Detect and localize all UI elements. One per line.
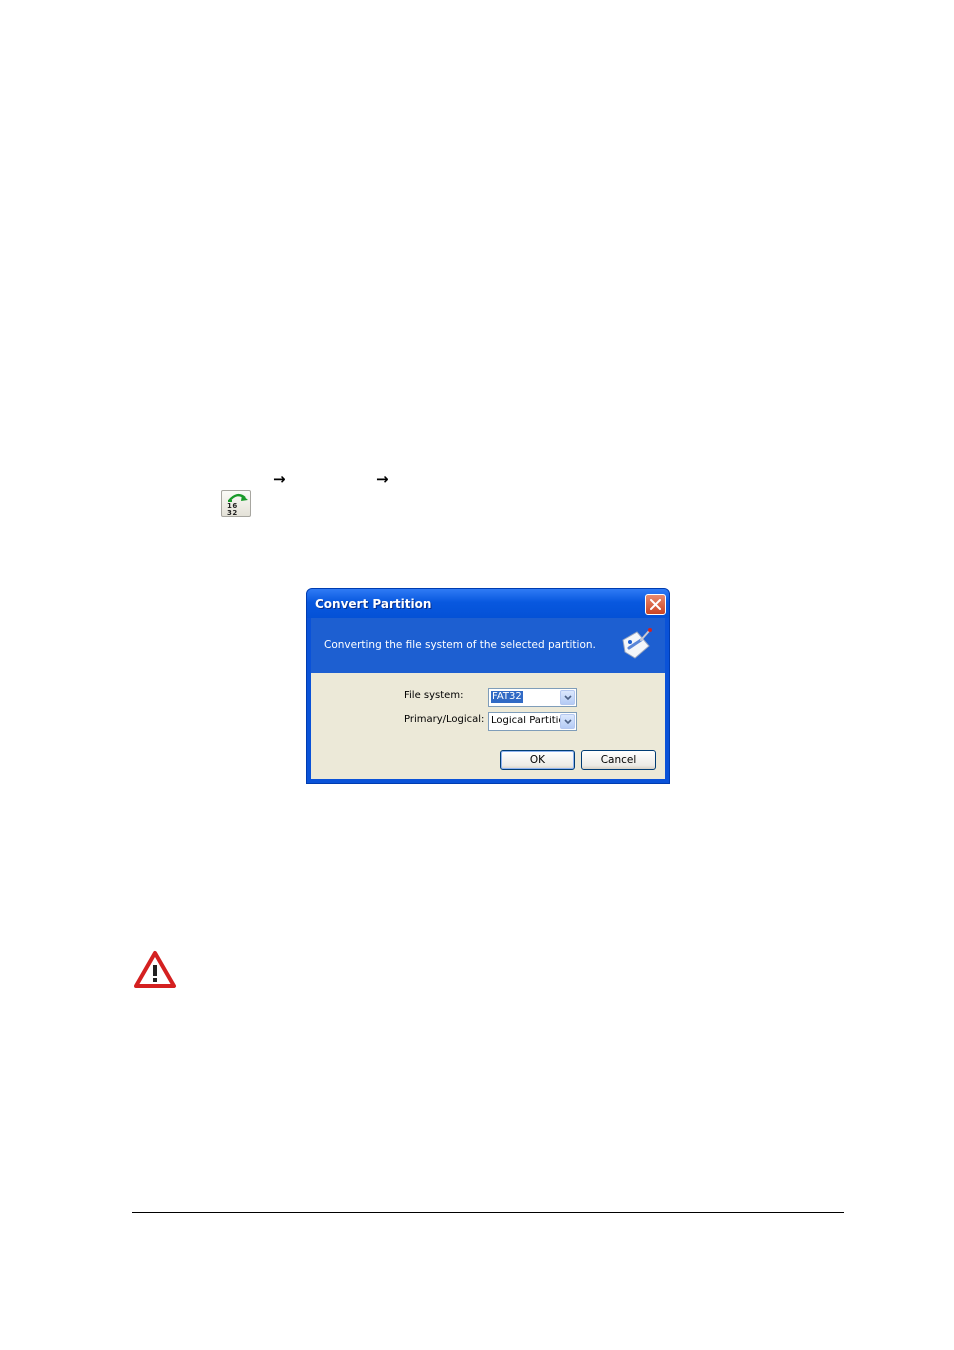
file-system-label: File system: — [404, 690, 464, 701]
primary-logical-select[interactable]: Logical Partition — [488, 712, 577, 731]
close-button[interactable] — [645, 594, 666, 615]
primary-logical-label: Primary/Logical: — [404, 714, 485, 725]
dialog-titlebar[interactable]: Convert Partition — [307, 589, 669, 618]
primary-logical-value: Logical Partition — [491, 716, 561, 726]
convert-toolbar-button[interactable]: 16 32 — [221, 490, 251, 517]
menu-path-arrow: → — [376, 470, 389, 488]
dialog-title: Convert Partition — [315, 597, 432, 611]
chevron-down-icon — [564, 695, 572, 701]
chevron-down-icon — [564, 719, 572, 725]
file-system-select[interactable]: FAT32 — [488, 688, 577, 707]
footer-divider — [132, 1212, 844, 1213]
warning-triangle-icon — [134, 951, 176, 988]
convert-partition-dialog: Convert Partition Converting the file sy… — [306, 588, 670, 784]
dialog-description: Converting the file system of the select… — [324, 639, 596, 651]
dialog-header: Converting the file system of the select… — [311, 618, 665, 673]
primary-logical-dropdown-button[interactable] — [560, 714, 575, 729]
file-system-dropdown-button[interactable] — [560, 690, 575, 705]
menu-path-arrow: → — [273, 470, 286, 488]
convert-toolbar-label: 16 32 — [227, 502, 238, 517]
close-icon — [650, 599, 661, 610]
ok-button[interactable]: OK — [500, 750, 575, 770]
file-system-value: FAT32 — [491, 691, 523, 703]
tag-brush-icon — [622, 628, 652, 659]
cancel-button[interactable]: Cancel — [581, 750, 656, 770]
